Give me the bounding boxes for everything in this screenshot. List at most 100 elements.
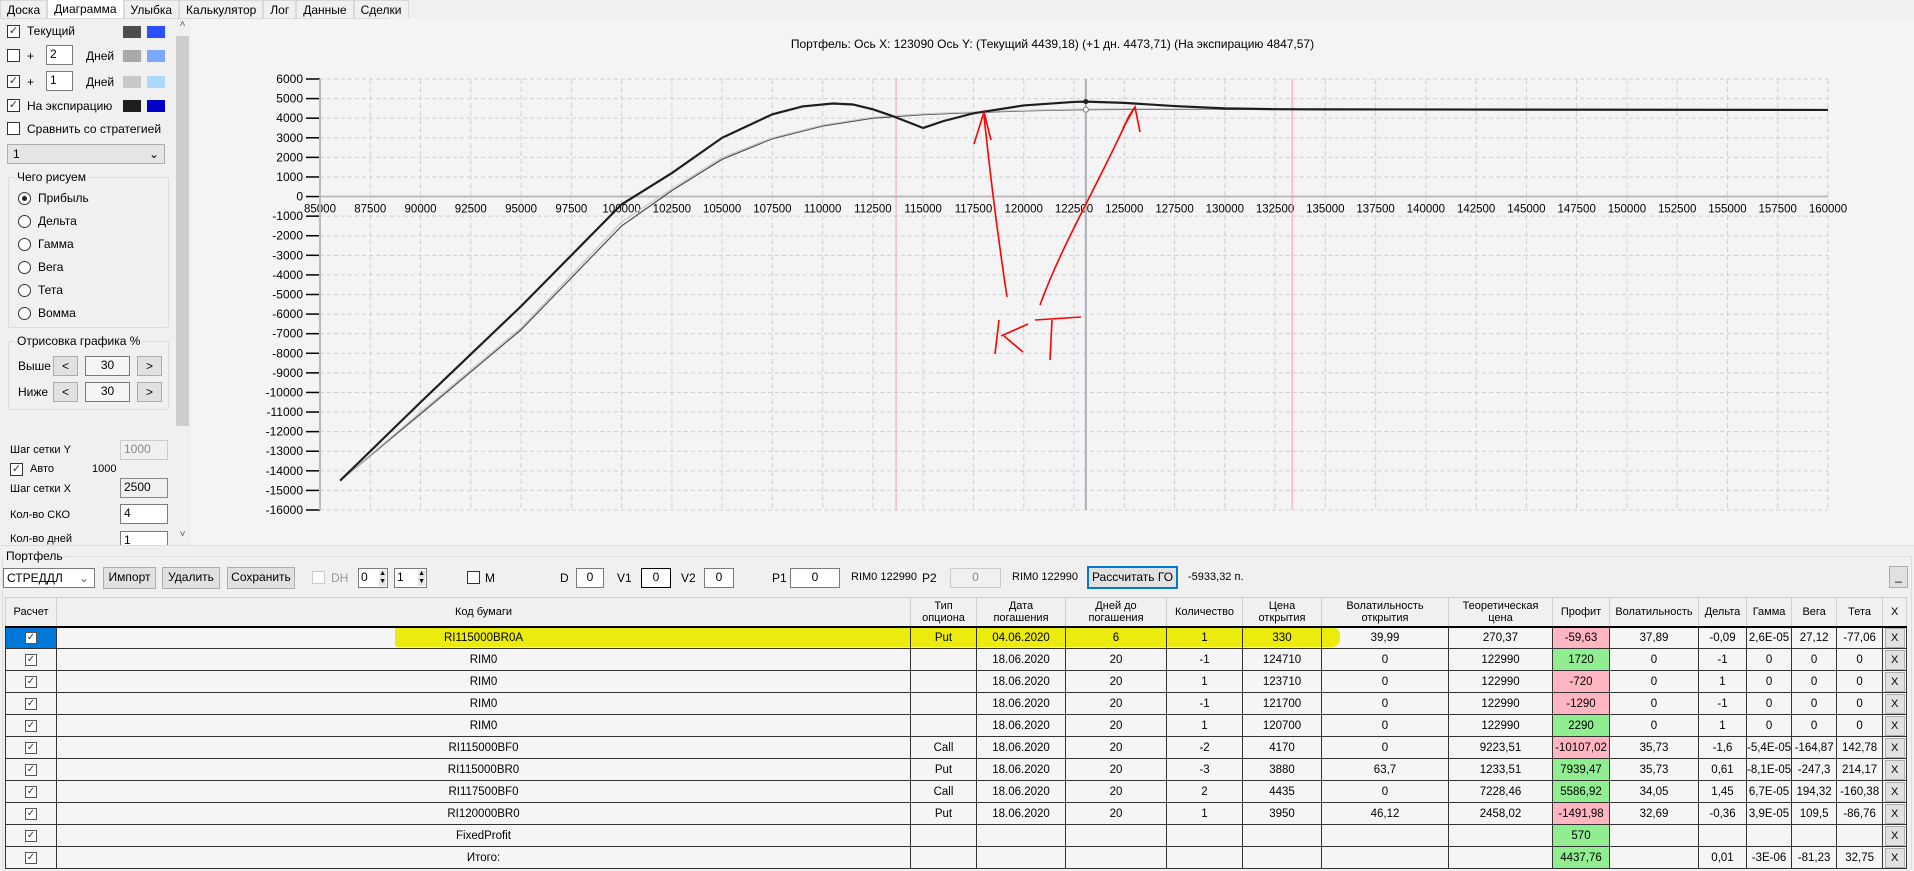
remove-row-button[interactable]: X: [1884, 649, 1905, 670]
below-increase-button[interactable]: >: [137, 382, 162, 402]
above-value[interactable]: 30: [85, 356, 130, 376]
column-header[interactable]: Код бумаги: [56, 597, 911, 628]
column-header[interactable]: Дней до погашения: [1065, 597, 1167, 628]
remove-row-button[interactable]: X: [1884, 693, 1905, 714]
current-checkbox[interactable]: ✓: [7, 25, 20, 38]
current-color-1[interactable]: [123, 26, 141, 38]
column-header[interactable]: Расчет: [5, 597, 57, 628]
plus2-color-2[interactable]: [147, 50, 165, 62]
save-button[interactable]: Сохранить: [227, 567, 295, 589]
table-row[interactable]: ✓ RI120000BR0 Put 18.06.2020 20 1 3950 46,12 245…: [5, 802, 1908, 825]
table-cell[interactable]: ✓: [5, 802, 57, 825]
plus2-color-1[interactable]: [123, 50, 141, 62]
column-header[interactable]: Профит: [1552, 597, 1610, 628]
column-header[interactable]: Волатильность открытия: [1321, 597, 1449, 628]
table-cell[interactable]: ✓: [5, 626, 57, 649]
tab-4[interactable]: Лог: [263, 0, 297, 18]
remove-row-button[interactable]: X: [1884, 627, 1905, 648]
remove-row-button[interactable]: X: [1884, 759, 1905, 780]
table-cell[interactable]: ✓: [5, 714, 57, 737]
radio-1[interactable]: [18, 215, 31, 228]
tab-0[interactable]: Доска: [0, 0, 48, 18]
table-cell[interactable]: ✓: [5, 670, 57, 693]
table-row[interactable]: ✓ RI115000BR0 Put 18.06.2020 20 -3 3880 63,7 123…: [5, 758, 1908, 781]
v1-input[interactable]: 0: [641, 568, 671, 588]
grid-x-input[interactable]: 2500: [120, 478, 168, 498]
compare-checkbox[interactable]: [7, 122, 20, 135]
scroll-up-icon[interactable]: ˄: [175, 19, 190, 34]
strategy-select[interactable]: 1 ⌄: [7, 144, 165, 164]
table-row[interactable]: ✓ RIM0 18.06.2020 20 -1 124710 0 122990 1720 0 -1 0…: [5, 648, 1908, 671]
spinner-2[interactable]: 1 ▲ ▼: [394, 568, 427, 588]
calc-checkbox[interactable]: ✓: [25, 632, 37, 645]
v2-input[interactable]: 0: [704, 568, 734, 588]
tab-1[interactable]: Диаграмма: [47, 0, 124, 18]
table-cell[interactable]: X: [1882, 714, 1908, 737]
table-cell[interactable]: ✓: [5, 648, 57, 671]
calc-checkbox[interactable]: ✓: [25, 720, 37, 732]
radio-2[interactable]: [18, 238, 31, 251]
splitter[interactable]: [0, 545, 1914, 550]
expiration-color-2[interactable]: [147, 100, 165, 112]
expiration-checkbox[interactable]: ✓: [7, 99, 20, 112]
below-value[interactable]: 30: [85, 382, 130, 402]
column-header[interactable]: Дата погашения: [976, 597, 1066, 628]
column-header[interactable]: Дельта: [1698, 597, 1747, 628]
tab-3[interactable]: Калькулятор: [179, 0, 264, 18]
p1-input[interactable]: 0: [790, 568, 840, 588]
sko-input[interactable]: 4: [120, 504, 168, 524]
auto-checkbox[interactable]: ✓: [10, 463, 23, 476]
plus1-checkbox[interactable]: ✓: [7, 75, 20, 88]
calc-checkbox[interactable]: ✓: [25, 830, 37, 842]
table-cell[interactable]: ✓: [5, 824, 57, 847]
below-decrease-button[interactable]: <: [53, 382, 78, 402]
calc-checkbox[interactable]: ✓: [25, 698, 37, 710]
table-cell[interactable]: X: [1882, 626, 1908, 649]
table-row[interactable]: ✓ FixedProfit 570 X: [5, 824, 1908, 847]
table-cell[interactable]: X: [1882, 780, 1908, 803]
table-cell[interactable]: ✓: [5, 758, 57, 781]
minimize-button[interactable]: _: [1889, 566, 1908, 588]
grid-y-input[interactable]: 1000: [120, 440, 168, 460]
table-cell[interactable]: X: [1882, 824, 1908, 847]
above-increase-button[interactable]: >: [137, 356, 162, 376]
table-cell[interactable]: X: [1882, 846, 1908, 869]
scroll-thumb[interactable]: [176, 36, 189, 426]
import-button[interactable]: Импорт: [103, 567, 156, 589]
plus2-checkbox[interactable]: [7, 49, 20, 62]
table-cell[interactable]: X: [1882, 758, 1908, 781]
p2-input[interactable]: 0: [950, 568, 1001, 588]
above-decrease-button[interactable]: <: [53, 356, 78, 376]
table-row[interactable]: ✓ RIM0 18.06.2020 20 1 120700 0 122990 2290 0 1 0 0 0…: [5, 714, 1908, 737]
table-cell[interactable]: ✓: [5, 736, 57, 759]
profit-chart[interactable]: 6000 5000 4000 3000 2000 1000 0 -1000 -2000 -3000…: [191, 19, 1914, 545]
table-cell[interactable]: X: [1882, 648, 1908, 671]
tab-6[interactable]: Сделки: [353, 0, 409, 18]
calc-checkbox[interactable]: ✓: [25, 676, 37, 688]
column-header[interactable]: X: [1882, 597, 1908, 628]
radio-5[interactable]: [18, 307, 31, 320]
plus1-color-1[interactable]: [123, 76, 141, 88]
expiration-color-1[interactable]: [123, 100, 141, 112]
column-header[interactable]: Количество: [1166, 597, 1243, 628]
remove-row-button[interactable]: X: [1884, 671, 1905, 692]
m-checkbox[interactable]: [467, 571, 480, 584]
strategy-type-select[interactable]: СТРЕДДЛ ⌄: [3, 568, 95, 588]
table-cell[interactable]: X: [1882, 692, 1908, 715]
spinner-1[interactable]: 0 ▲ ▼: [358, 568, 388, 588]
radio-3[interactable]: [18, 261, 31, 274]
remove-row-button[interactable]: X: [1884, 825, 1905, 846]
table-row[interactable]: ✓ RI117500BF0 Call 18.06.2020 20 2 4435 0 7228,4…: [5, 780, 1908, 803]
scroll-down-icon[interactable]: ˅: [175, 529, 190, 544]
table-row[interactable]: ✓ RIM0 18.06.2020 20 -1 121700 0 122990 -1290 0 -1…: [5, 692, 1908, 715]
plus1-color-2[interactable]: [147, 76, 165, 88]
table-row[interactable]: ✓ RI115000BR0A Put 04.06.2020 6 1 330 39,99 270,…: [5, 626, 1908, 649]
remove-row-button[interactable]: X: [1884, 847, 1905, 868]
tab-2[interactable]: Улыбка: [123, 0, 180, 18]
table-cell[interactable]: X: [1882, 802, 1908, 825]
column-header[interactable]: Волатильность: [1609, 597, 1699, 628]
table-cell[interactable]: ✓: [5, 780, 57, 803]
column-header[interactable]: Теоретическая цена: [1448, 597, 1553, 628]
radio-4[interactable]: [18, 284, 31, 297]
table-cell[interactable]: X: [1882, 670, 1908, 693]
